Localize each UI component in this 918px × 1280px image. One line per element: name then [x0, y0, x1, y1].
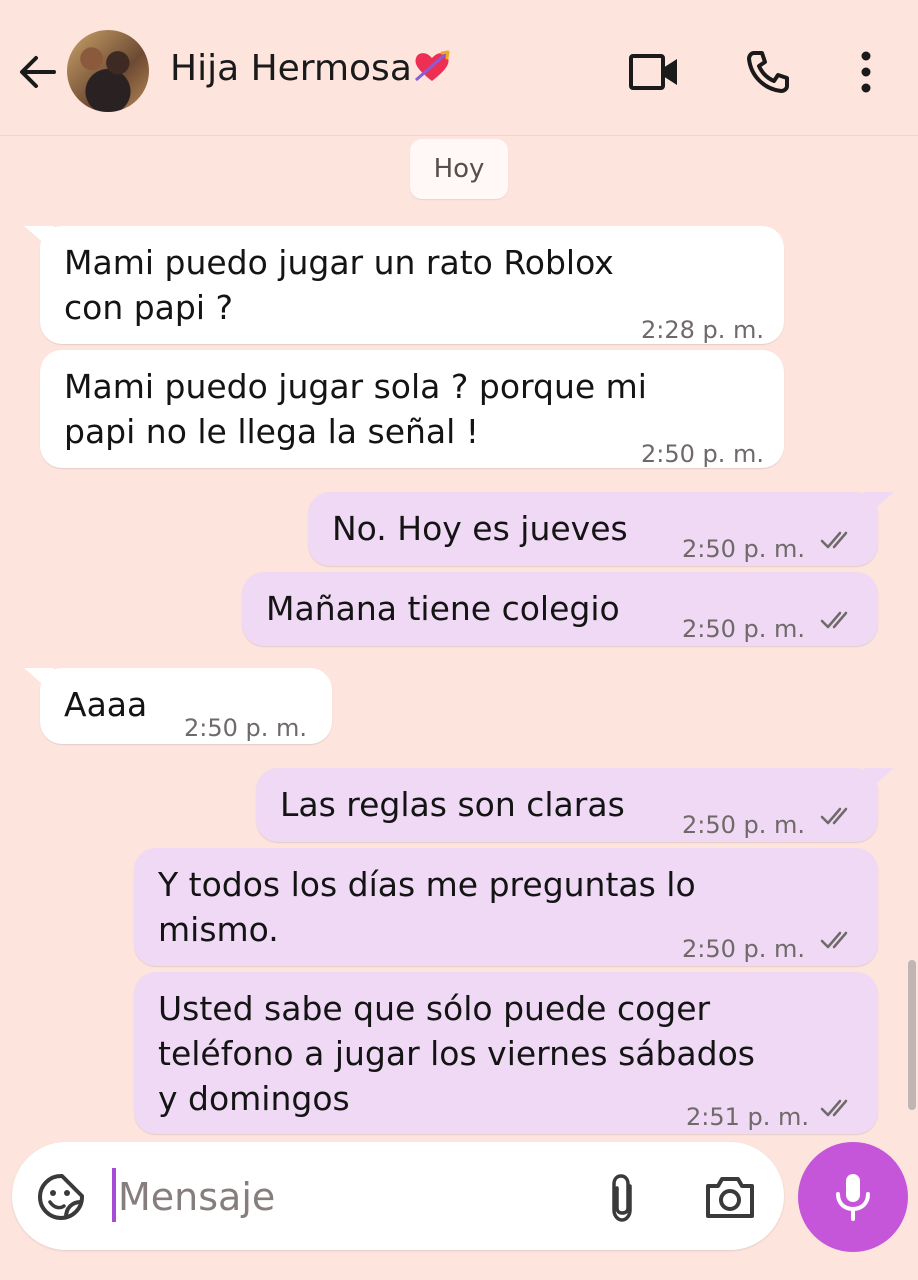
incoming-message[interactable]: Mami puedo jugar un rato Roblox con papi…: [40, 226, 784, 344]
outgoing-message[interactable]: Usted sabe que sólo puede coger teléfono…: [134, 972, 878, 1134]
arrow-left-icon: [20, 56, 56, 88]
scrollbar[interactable]: [908, 960, 916, 1110]
read-receipt-icon: [820, 931, 848, 949]
read-receipt-icon: [820, 531, 848, 549]
message-composer: [12, 1142, 784, 1250]
video-call-button[interactable]: [628, 46, 680, 98]
paperclip-icon[interactable]: [600, 1170, 644, 1226]
phone-icon: [747, 51, 789, 93]
voice-call-button[interactable]: [742, 46, 794, 98]
outgoing-message[interactable]: Y todos los días me preguntas lo mismo. …: [134, 848, 878, 966]
message-time: 2:50 p. m.: [682, 535, 806, 563]
date-separator: Hoy: [410, 139, 508, 199]
voice-message-button[interactable]: [798, 1142, 908, 1252]
message-time: 2:50 p. m.: [682, 615, 806, 643]
read-receipt-icon: [820, 611, 848, 629]
date-label: Hoy: [433, 154, 485, 184]
outgoing-message[interactable]: No. Hoy es jueves 2:50 p. m.: [308, 492, 878, 566]
sticker-icon[interactable]: [36, 1172, 86, 1222]
incoming-message[interactable]: Mami puedo jugar sola ? porque mi papi n…: [40, 350, 784, 468]
contact-name: Hija Hermosa: [170, 48, 412, 89]
message-time: 2:51 p. m.: [686, 1103, 810, 1131]
message-text: Y todos los días me preguntas lo mismo.: [158, 865, 696, 949]
read-receipt-icon: [820, 807, 848, 825]
microphone-icon: [836, 1174, 870, 1221]
contact-avatar[interactable]: [67, 30, 149, 112]
message-text: Las reglas son claras: [280, 785, 625, 824]
contact-name-area[interactable]: Hija Hermosa: [170, 48, 452, 89]
message-text: Mañana tiene colegio: [266, 589, 620, 628]
outgoing-message[interactable]: Mañana tiene colegio 2:50 p. m.: [242, 572, 878, 646]
message-text: No. Hoy es jueves: [332, 509, 628, 548]
message-time: 2:50 p. m.: [682, 935, 806, 963]
message-time: 2:50 p. m.: [640, 440, 764, 468]
message-text: Aaaa: [64, 685, 148, 724]
back-button[interactable]: [16, 50, 60, 94]
message-time: 2:50 p. m.: [682, 811, 806, 839]
outgoing-message[interactable]: Las reglas son claras 2:50 p. m.: [256, 768, 878, 842]
more-vertical-icon: [861, 51, 871, 93]
more-options-button[interactable]: [840, 46, 892, 98]
video-camera-icon: [629, 54, 677, 90]
camera-icon[interactable]: [704, 1174, 756, 1220]
message-time: 2:50 p. m.: [184, 714, 308, 742]
message-text: Usted sabe que sólo puede coger teléfono…: [158, 989, 755, 1118]
message-text: Mami puedo jugar sola ? porque mi papi n…: [64, 367, 647, 451]
read-receipt-icon: [820, 1099, 848, 1117]
incoming-message[interactable]: Aaaa 2:50 p. m.: [40, 668, 332, 744]
message-text: Mami puedo jugar un rato Roblox con papi…: [64, 243, 614, 327]
message-input[interactable]: [116, 1166, 580, 1228]
chat-header: Hija Hermosa: [0, 0, 918, 136]
heart-with-arrow-icon: [414, 50, 450, 82]
message-time: 2:28 p. m.: [640, 316, 764, 344]
